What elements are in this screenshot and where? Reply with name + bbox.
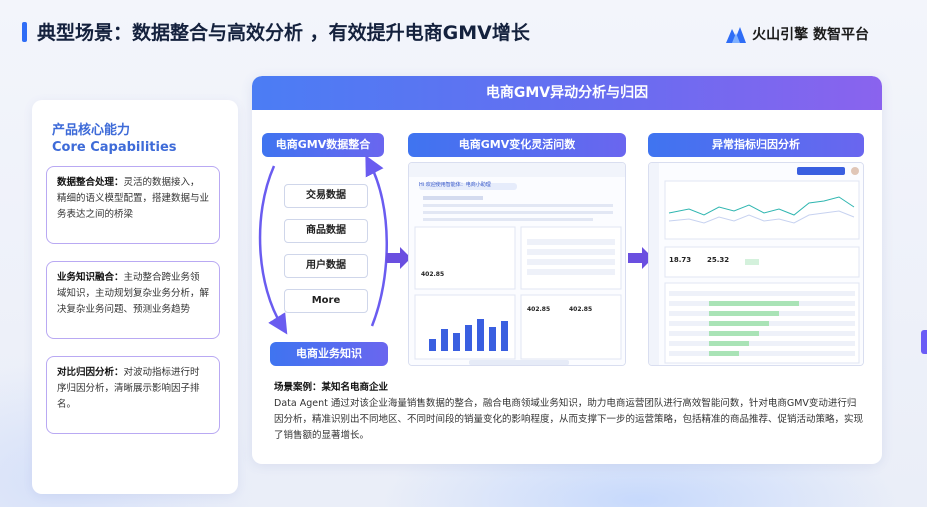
qa-label: 电商GMV变化灵活问数: [408, 133, 626, 157]
brand-logo: 火山引擎 数智平台: [726, 24, 869, 44]
slide-title: 典型场景：数据整合与高效分析 ，有效提升电商GMV增长: [22, 18, 530, 45]
volcano-logo-icon: [726, 27, 747, 43]
capabilities-title: 产品核心能力 Core Capabilities: [52, 122, 177, 156]
knowledge-label: 电商业务知识: [270, 342, 388, 366]
capabilities-title-cn: 产品核心能力: [52, 123, 131, 138]
qa-mock-graphic: [409, 163, 625, 365]
case-study: 场景案例：某知名电商企业 Data Agent 通过对该企业海量销售数据的整合，…: [274, 380, 864, 444]
capability-card-attribution: 对比归因分析：对波动指标进行时序归因分析，清晰展示影响因子排名。: [46, 356, 220, 434]
capabilities-title-en: Core Capabilities: [52, 140, 177, 155]
capability-card-knowledge: 业务知识融合：主动整合跨业务领域知识，主动规划复杂业务分析，解决复杂业务问题、预…: [46, 261, 220, 339]
attribution-mock-graphic: [649, 163, 863, 365]
qa-kpi-a: 402.85: [421, 271, 445, 278]
logo-text: 火山引擎 数智平台: [752, 27, 869, 43]
data-item-products: 商品数据: [284, 219, 368, 243]
qa-kpi-b: 402.85: [527, 306, 551, 313]
qa-screenshot-mock: Hi 欢迎使用智能体：电商小助理 402.85 402.85 402.85: [408, 162, 626, 366]
attribution-kpi-a: 18.73: [669, 256, 692, 264]
attribution-label: 异常指标归因分析: [648, 133, 864, 157]
capabilities-panel: 产品核心能力 Core Capabilities 数据整合处理：灵活的数据接入，…: [32, 100, 238, 494]
slide-title-text: 典型场景：数据整合与高效分析 ，有效提升电商GMV增长: [37, 22, 530, 44]
qa-greeting: Hi 欢迎使用智能体：电商小助理: [419, 182, 491, 188]
data-item-more: More: [284, 289, 368, 313]
qa-kpi-c: 402.85: [569, 306, 593, 313]
capability-label: 业务知识融合：: [57, 272, 124, 283]
side-tab-handle[interactable]: [921, 330, 927, 354]
capability-card-integration: 数据整合处理：灵活的数据接入，精细的语义模型配置，搭建数据与业务表达之间的桥梁: [46, 166, 220, 244]
main-panel: 电商GMV异动分析与归因 电商GMV数据整合 交易数据 商品数据 用户数据 Mo…: [252, 76, 882, 464]
integration-label: 电商GMV数据整合: [262, 133, 384, 157]
case-text: Data Agent 通过对该企业海量销售数据的整合，融合电商领域业务知识，助力…: [274, 398, 864, 441]
data-item-users: 用户数据: [284, 254, 368, 278]
capability-label: 对比归因分析：: [57, 367, 124, 378]
title-accent-bar: [22, 21, 27, 42]
attribution-kpi-b: 25.32: [707, 256, 730, 264]
capability-label: 数据整合处理：: [57, 177, 124, 188]
main-header: 电商GMV异动分析与归因: [252, 76, 882, 110]
case-title: 场景案例：某知名电商企业: [274, 382, 389, 393]
data-item-transactions: 交易数据: [284, 184, 368, 208]
attribution-screenshot-mock: 18.73 25.32: [648, 162, 864, 366]
